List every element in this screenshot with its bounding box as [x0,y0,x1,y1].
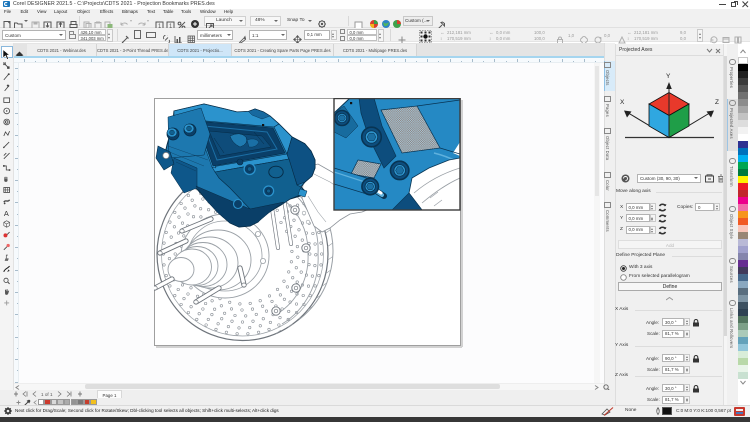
svg-text:A: A [3,209,8,216]
svg-text:1 of 1: 1 of 1 [41,392,53,397]
svg-text:Z: Z [715,99,719,106]
svg-text:Y: Y [666,73,671,80]
svg-text:X: X [620,99,625,106]
